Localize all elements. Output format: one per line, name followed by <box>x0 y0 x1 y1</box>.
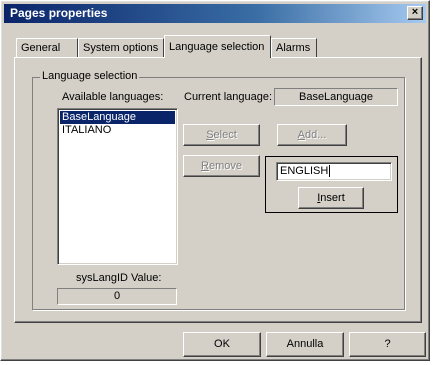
tab-language-selection[interactable]: Language selection <box>164 35 271 58</box>
available-languages-label: Available languages: <box>62 91 164 103</box>
title-bar: Pages properties × <box>4 4 426 23</box>
cancel-button[interactable]: Annulla <box>266 332 344 357</box>
new-language-input[interactable]: ENGLISH <box>276 162 392 181</box>
select-button[interactable]: Select <box>183 124 260 146</box>
insert-button[interactable]: Insert <box>298 187 364 209</box>
group-legend: Language selection <box>40 70 140 82</box>
new-language-value: ENGLISH <box>280 165 329 177</box>
syslangid-value-field: 0 <box>57 288 177 305</box>
tab-alarms-label: Alarms <box>276 42 311 54</box>
dialog-title: Pages properties <box>10 6 108 20</box>
list-item-italiano[interactable]: ITALIANO <box>60 124 175 137</box>
list-item-baselanguage[interactable]: BaseLanguage <box>60 111 175 124</box>
add-button[interactable]: Add... <box>277 124 347 146</box>
tab-system-options[interactable]: System options <box>78 38 164 58</box>
help-button[interactable]: ? <box>349 332 426 357</box>
text-cursor <box>329 165 331 177</box>
tab-language-selection-label: Language selection <box>169 41 265 53</box>
tab-general-label: General <box>21 42 61 54</box>
tab-system-options-label: System options <box>83 42 159 54</box>
remove-button[interactable]: Remove <box>183 155 260 177</box>
close-button[interactable]: × <box>407 6 423 20</box>
available-languages-list[interactable]: BaseLanguage ITALIANO <box>57 108 178 265</box>
ok-button[interactable]: OK <box>183 332 261 357</box>
tab-general[interactable]: General <box>16 38 78 58</box>
tab-alarms[interactable]: Alarms <box>271 38 317 58</box>
current-language-field: BaseLanguage <box>274 88 398 106</box>
current-language-label: Current language: <box>184 91 273 103</box>
syslangid-label: sysLangID Value: <box>76 272 162 284</box>
